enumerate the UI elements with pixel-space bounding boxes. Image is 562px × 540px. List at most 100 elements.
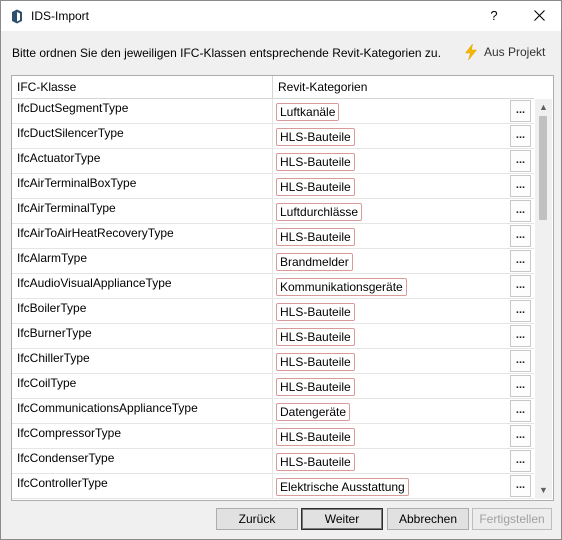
ifc-class-cell: IfcDuctSegmentType xyxy=(12,99,273,123)
browse-category-button[interactable]: ... xyxy=(510,375,531,397)
table-row[interactable]: IfcBurnerType HLS-Bauteile... xyxy=(12,324,534,349)
browse-category-button[interactable]: ... xyxy=(510,225,531,247)
revit-category-cell[interactable]: HLS-Bauteile xyxy=(274,224,510,248)
ifc-class-cell: IfcAudioVisualApplianceType xyxy=(12,274,273,298)
category-tag[interactable]: Luftdurchlässe xyxy=(276,203,363,221)
browse-category-button[interactable]: ... xyxy=(510,300,531,322)
browse-category-button[interactable]: ... xyxy=(510,125,531,147)
table-row[interactable]: IfcCompressorType HLS-Bauteile... xyxy=(12,424,534,449)
revit-category-cell[interactable]: HLS-Bauteile xyxy=(274,374,510,398)
category-tag[interactable]: HLS-Bauteile xyxy=(276,353,355,371)
ifc-class-cell: IfcAirTerminalBoxType xyxy=(12,174,273,198)
category-tag[interactable]: Kommunikationsgeräte xyxy=(276,278,407,296)
table-row[interactable]: IfcActuatorType HLS-Bauteile... xyxy=(12,149,534,174)
finish-button[interactable]: Fertigstellen xyxy=(472,508,552,530)
category-tag[interactable]: HLS-Bauteile xyxy=(276,328,355,346)
revit-category-cell[interactable]: HLS-Bauteile xyxy=(274,299,510,323)
revit-category-cell[interactable]: Luftkanäle xyxy=(274,99,510,123)
lightning-icon xyxy=(464,43,478,61)
browse-category-button[interactable]: ... xyxy=(510,250,531,272)
window-title: IDS-Import xyxy=(31,9,90,23)
revit-category-cell[interactable]: Luftdurchlässe xyxy=(274,199,510,223)
ifc-class-cell: IfcChillerType xyxy=(12,349,273,373)
revit-category-cell[interactable]: HLS-Bauteile xyxy=(274,449,510,473)
column-header-revit-categories[interactable]: Revit-Kategorien xyxy=(273,76,534,98)
browse-category-button[interactable]: ... xyxy=(510,100,531,122)
browse-category-button[interactable]: ... xyxy=(510,275,531,297)
browse-category-button[interactable]: ... xyxy=(510,175,531,197)
browse-category-button[interactable]: ... xyxy=(510,400,531,422)
revit-category-cell[interactable]: HLS-Bauteile xyxy=(274,424,510,448)
browse-category-button[interactable]: ... xyxy=(510,425,531,447)
category-tag[interactable]: HLS-Bauteile xyxy=(276,453,355,471)
instruction-text: Bitte ordnen Sie den jeweiligen IFC-Klas… xyxy=(12,46,441,60)
scroll-up-icon[interactable]: ▲ xyxy=(535,99,552,116)
category-tag[interactable]: Brandmelder xyxy=(276,253,353,271)
table-row[interactable]: IfcBoilerType HLS-Bauteile... xyxy=(12,299,534,324)
ifc-class-cell: IfcAirTerminalType xyxy=(12,199,273,223)
revit-category-cell[interactable]: HLS-Bauteile xyxy=(274,174,510,198)
browse-category-button[interactable]: ... xyxy=(510,325,531,347)
table-row[interactable]: IfcAirTerminalType Luftdurchlässe... xyxy=(12,199,534,224)
table-row[interactable]: IfcAirTerminalBoxType HLS-Bauteile... xyxy=(12,174,534,199)
ifc-class-cell: IfcControllerType xyxy=(12,474,273,498)
category-tag[interactable]: HLS-Bauteile xyxy=(276,128,355,146)
help-button[interactable]: ? xyxy=(481,1,507,31)
back-button[interactable]: Zurück xyxy=(216,508,298,530)
scroll-thumb[interactable] xyxy=(539,116,547,220)
browse-category-button[interactable]: ... xyxy=(510,150,531,172)
table-row[interactable]: IfcControllerType Elektrische Ausstattung… xyxy=(12,474,534,499)
revit-category-cell[interactable]: HLS-Bauteile xyxy=(274,149,510,173)
vertical-scrollbar[interactable]: ▲ ▼ xyxy=(535,99,552,499)
ifc-class-cell: IfcAlarmType xyxy=(12,249,273,273)
revit-category-cell[interactable]: HLS-Bauteile xyxy=(274,124,510,148)
ifc-class-cell: IfcAirToAirHeatRecoveryType xyxy=(12,224,273,248)
table-row[interactable]: IfcAirToAirHeatRecoveryType HLS-Bauteile.… xyxy=(12,224,534,249)
close-icon xyxy=(534,10,545,21)
table-row[interactable]: IfcAlarmType Brandmelder... xyxy=(12,249,534,274)
ifc-class-cell: IfcDuctSilencerType xyxy=(12,124,273,148)
revit-category-cell[interactable]: Brandmelder xyxy=(274,249,510,273)
ifc-class-cell: IfcCondenserType xyxy=(12,449,273,473)
category-tag[interactable]: HLS-Bauteile xyxy=(276,428,355,446)
mapping-grid: IFC-Klasse Revit-Kategorien IfcDuctSegme… xyxy=(11,75,554,501)
revit-category-cell[interactable]: Elektrische Ausstattung xyxy=(274,474,510,498)
scroll-down-icon[interactable]: ▼ xyxy=(535,482,552,499)
table-row[interactable]: IfcCoilType HLS-Bauteile... xyxy=(12,374,534,399)
next-button[interactable]: Weiter xyxy=(301,508,383,530)
browse-category-button[interactable]: ... xyxy=(510,475,531,497)
grid-rows: IfcDuctSegmentType Luftkanäle... IfcDuctSi… xyxy=(12,99,534,499)
revit-category-cell[interactable]: Kommunikationsgeräte xyxy=(274,274,510,298)
table-row[interactable]: IfcAudioVisualApplianceType Kommunikation… xyxy=(12,274,534,299)
table-row[interactable]: IfcCommunicationsApplianceType Datengerät… xyxy=(12,399,534,424)
column-header-ifc-class[interactable]: IFC-Klasse xyxy=(12,76,273,98)
ids-import-dialog: IDS-Import ? Bitte ordnen Sie den jeweil… xyxy=(0,0,562,540)
category-tag[interactable]: HLS-Bauteile xyxy=(276,378,355,396)
browse-category-button[interactable]: ... xyxy=(510,200,531,222)
ifc-class-cell: IfcCoilType xyxy=(12,374,273,398)
category-tag[interactable]: Elektrische Ausstattung xyxy=(276,478,409,496)
category-tag[interactable]: HLS-Bauteile xyxy=(276,178,355,196)
table-row[interactable]: IfcDuctSegmentType Luftkanäle... xyxy=(12,99,534,124)
category-tag[interactable]: HLS-Bauteile xyxy=(276,303,355,321)
category-tag[interactable]: HLS-Bauteile xyxy=(276,228,355,246)
table-row[interactable]: IfcChillerType HLS-Bauteile... xyxy=(12,349,534,374)
revit-category-cell[interactable]: HLS-Bauteile xyxy=(274,349,510,373)
ifc-class-cell: IfcActuatorType xyxy=(12,149,273,173)
category-tag[interactable]: Datengeräte xyxy=(276,403,351,421)
ifc-class-cell: IfcBoilerType xyxy=(12,299,273,323)
from-project-label: Aus Projekt xyxy=(484,45,546,59)
cancel-button[interactable]: Abbrechen xyxy=(387,508,469,530)
close-button[interactable] xyxy=(525,1,555,31)
category-tag[interactable]: Luftkanäle xyxy=(276,103,340,121)
ifc-class-cell: IfcCompressorType xyxy=(12,424,273,448)
category-tag[interactable]: HLS-Bauteile xyxy=(276,153,355,171)
revit-category-cell[interactable]: HLS-Bauteile xyxy=(274,324,510,348)
from-project-button[interactable]: Aus Projekt xyxy=(462,42,545,62)
browse-category-button[interactable]: ... xyxy=(510,350,531,372)
table-row[interactable]: IfcCondenserType HLS-Bauteile... xyxy=(12,449,534,474)
ifc-class-cell: IfcCommunicationsApplianceType xyxy=(12,399,273,423)
revit-category-cell[interactable]: Datengeräte xyxy=(274,399,510,423)
browse-category-button[interactable]: ... xyxy=(510,450,531,472)
table-row[interactable]: IfcDuctSilencerType HLS-Bauteile... xyxy=(12,124,534,149)
